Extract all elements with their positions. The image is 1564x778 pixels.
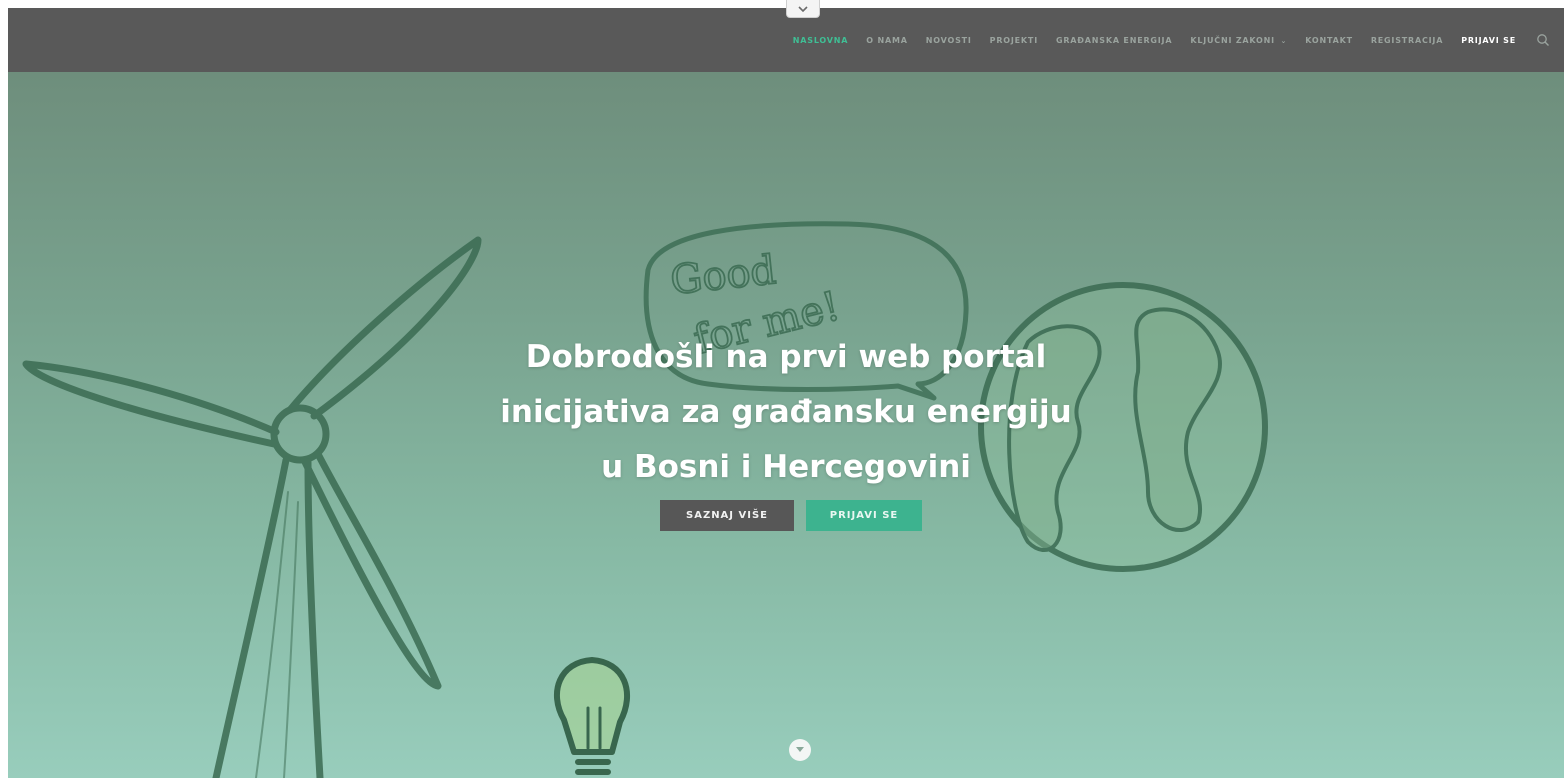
hero-title-line-1: Dobrodošli na prvi web portal [525,339,1047,375]
chevron-down-icon [798,5,808,12]
nav-item-gradjanska-energija[interactable]: Građanska energija [1056,36,1172,45]
nav-item-kljucni-zakoni-label: Ključni zakoni [1190,35,1275,45]
nav-item-o-nama[interactable]: O nama [866,36,907,45]
hero-title-line-3: u Bosni i Hercegovini [601,449,971,485]
hero-title: Dobrodošli na prvi web portal inicijativ… [386,330,1186,495]
hero-title-line-2: inicijativa za građansku energiju [500,394,1072,430]
scroll-down-button[interactable] [789,739,811,761]
page: Naslovna O nama Novosti Projekti Građans… [0,0,1564,778]
nav-item-projekti[interactable]: Projekti [990,36,1038,45]
nav-item-kljucni-zakoni[interactable]: Ključni zakoni ⌄ [1190,36,1287,45]
nav-item-naslovna[interactable]: Naslovna [793,36,849,45]
login-button[interactable]: PRIJAVI SE [806,500,922,531]
chevron-down-icon: ⌄ [1280,36,1288,45]
site-header: Naslovna O nama Novosti Projekti Građans… [8,8,1564,72]
learn-more-button[interactable]: SAZNAJ VIŠE [660,500,794,531]
nav-item-prijavi-se[interactable]: Prijavi se [1461,36,1516,45]
hero-buttons: SAZNAJ VIŠE PRIJAVI SE [660,500,922,531]
light-bulb-icon [553,657,631,775]
nav-item-kontakt[interactable]: Kontakt [1305,36,1353,45]
wind-turbine-icon [22,236,482,778]
hero-section: Good for me! Dobrodošli na prvi web port… [8,72,1564,778]
illustration-text-good: Good [668,247,778,304]
chevron-down-icon [796,747,804,752]
nav-item-novosti[interactable]: Novosti [926,36,972,45]
nav-item-registracija[interactable]: Registracija [1371,36,1443,45]
main-nav: Naslovna O nama Novosti Projekti Građans… [793,33,1550,47]
top-panel-toggle[interactable] [786,0,820,18]
search-icon[interactable] [1536,33,1550,47]
